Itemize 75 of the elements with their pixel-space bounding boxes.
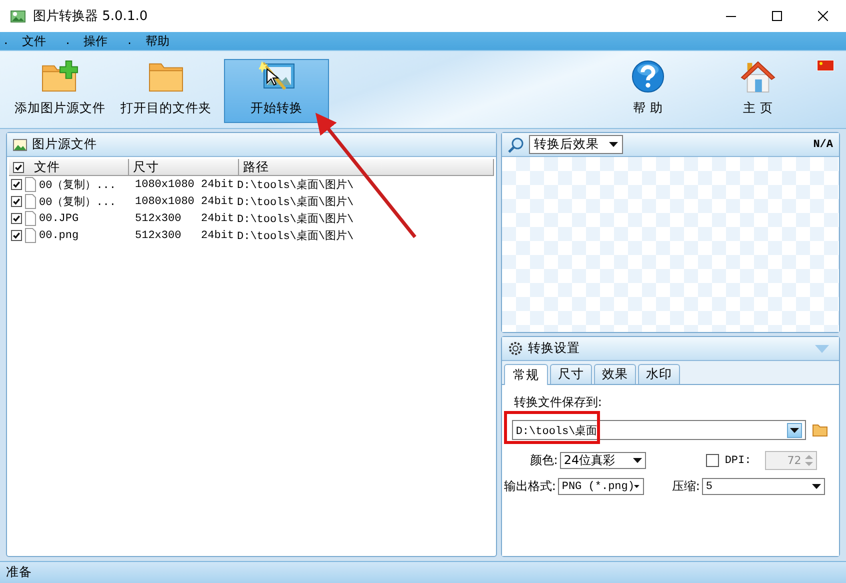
image-icon [13, 138, 27, 150]
help-icon [631, 60, 665, 93]
image-wand-icon [258, 61, 294, 93]
menu-item[interactable]: 操作 [84, 32, 108, 50]
format-dropdown[interactable]: PNG (*.png) [558, 478, 644, 495]
tab[interactable]: 尺寸 [550, 364, 592, 384]
caret-icon[interactable] [608, 142, 618, 147]
folder-add-icon [40, 60, 80, 93]
select-all-checkbox[interactable] [13, 162, 24, 172]
menu-bullet: . [128, 32, 132, 48]
file-name: 00（复制）... [39, 195, 118, 209]
menu-bullet: . [4, 32, 8, 48]
view-dropdown[interactable]: 转换后效果 [528, 135, 623, 154]
compression-dropdown[interactable]: 5 [702, 478, 825, 495]
bit-depth: 24bit [201, 178, 236, 190]
save-path-field[interactable]: D:\tools\桌面 [512, 420, 806, 440]
tab[interactable]: 水印 [638, 364, 680, 384]
file-icon [25, 211, 36, 226]
bit-depth: 24bit [201, 212, 236, 224]
checkbox[interactable] [11, 179, 22, 190]
tab[interactable]: 常规 [504, 364, 548, 385]
checkbox[interactable] [11, 213, 22, 224]
field-label: 输出格式: [504, 478, 556, 495]
caret-icon[interactable] [812, 484, 821, 489]
window-title: 图片转换器 5.0.1.0 [33, 8, 148, 25]
image-size: 512x300 [135, 212, 182, 224]
tab[interactable]: 效果 [594, 364, 636, 384]
dpi-checkbox[interactable] [706, 454, 719, 467]
image-size: 512x300 [135, 230, 182, 242]
search-icon[interactable] [508, 136, 524, 152]
maximize-icon [772, 11, 782, 21]
home-icon [739, 60, 777, 93]
app-icon [10, 8, 26, 24]
toolbar-button[interactable]: 开始转换 [224, 59, 329, 123]
file-path: D:\tools\桌面\图片\ [237, 194, 354, 209]
column-title[interactable]: 文件 [34, 159, 60, 175]
column-title[interactable]: 路径 [239, 159, 494, 175]
checkbox[interactable] [11, 196, 22, 207]
file-path: D:\tools\桌面\图片\ [237, 228, 354, 243]
flag-icon[interactable] [817, 60, 834, 71]
caret-icon[interactable] [634, 484, 640, 489]
field-label: 转换文件保存到: [514, 394, 602, 411]
panel-title: 图片源文件 [32, 136, 97, 153]
image-size: 1080x1080 [135, 196, 196, 208]
gear-icon [508, 341, 523, 356]
file-path: D:\tools\桌面\图片\ [237, 212, 354, 226]
toolbar-button[interactable]: 帮 助 [618, 59, 678, 123]
file-name: 00（复制）... [39, 178, 118, 192]
file-name: 00.JPG [39, 212, 80, 224]
toolbar-button[interactable]: 添加图片源文件 [12, 59, 108, 123]
dropdown-arrow-icon[interactable] [790, 428, 799, 432]
checkbox[interactable] [11, 230, 22, 241]
caret-icon[interactable] [632, 458, 642, 463]
bit-depth: 24bit [201, 230, 236, 242]
color-dropdown[interactable]: 24位真彩 [560, 452, 646, 469]
toolbar-button[interactable]: 主 页 [728, 59, 788, 123]
menu-item[interactable]: 文件 [22, 32, 46, 50]
menu-item[interactable]: 帮助 [145, 32, 170, 50]
status-text: 准备 [6, 564, 32, 581]
file-icon [25, 194, 36, 209]
file-name: 00.png [39, 230, 80, 242]
toolbar-button[interactable]: 打开目的文件夹 [114, 59, 218, 123]
preview-info: N/A [813, 138, 833, 150]
column-title[interactable]: 尺寸 [129, 159, 239, 175]
close-icon [818, 11, 828, 21]
file-path: D:\tools\桌面\图片\ [237, 178, 354, 192]
field-label: 颜色: [528, 452, 558, 469]
field-label: DPI: [724, 454, 752, 466]
field-label: 压缩: [672, 478, 700, 495]
bit-depth: 24bit [201, 196, 236, 208]
file-icon [25, 228, 36, 243]
image-size: 1080x1080 [135, 178, 196, 190]
panel-title: 转换设置 [528, 340, 580, 357]
menu-bullet: . [66, 32, 70, 48]
folder-icon[interactable] [812, 423, 828, 437]
